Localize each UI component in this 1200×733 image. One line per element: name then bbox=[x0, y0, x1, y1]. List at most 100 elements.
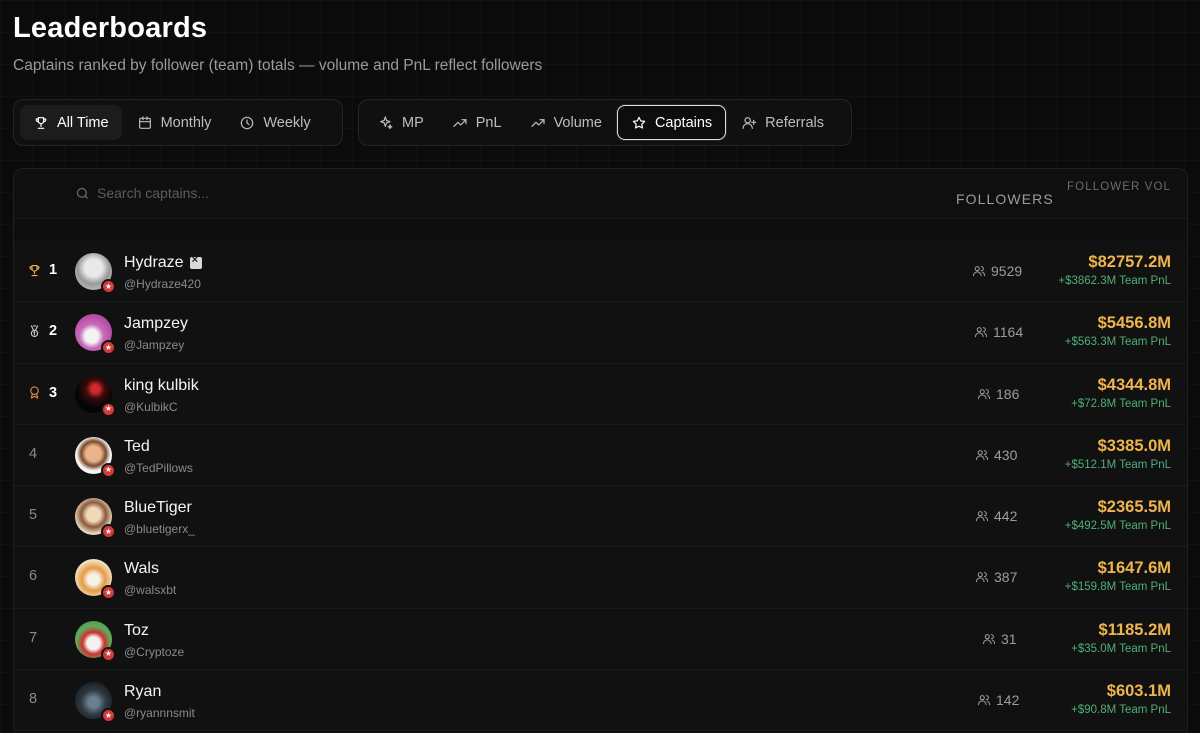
captain-name-text: Wals bbox=[124, 560, 159, 578]
captain-name-text: Toz bbox=[124, 621, 149, 639]
team-pnl: +$563.3M Team PnL bbox=[1064, 336, 1171, 349]
captain-name-text: Jampzey bbox=[124, 315, 189, 333]
avatar[interactable]: ★ bbox=[75, 559, 116, 601]
tab-label: Monthly bbox=[160, 114, 212, 131]
follower-volume: $1647.6M bbox=[1097, 559, 1171, 578]
tab-label: All Time bbox=[57, 114, 109, 131]
calendar-icon bbox=[138, 115, 151, 129]
captains-table: FOLLOWERS FOLLOWER VOL 1 ★ Hydraze @Hydr… bbox=[13, 168, 1188, 733]
rank-cell: 5 bbox=[29, 507, 37, 523]
followers-count: 387 bbox=[994, 569, 1018, 586]
table-row[interactable]: 7 ★ Toz @Cryptoze 31 $1185.2M +$35.0M Te… bbox=[14, 608, 1187, 671]
column-header-followers[interactable]: FOLLOWERS bbox=[956, 191, 1054, 207]
avatar[interactable]: ★ bbox=[75, 620, 116, 662]
captain-name[interactable]: Toz bbox=[124, 622, 149, 640]
followers-count: 1164 bbox=[993, 324, 1024, 341]
tab-label: Volume bbox=[553, 114, 602, 131]
avatar[interactable]: ★ bbox=[75, 436, 116, 478]
tab-pnl[interactable]: PnL bbox=[439, 105, 515, 140]
table-row[interactable]: 8 ★ Ryan @ryannnsmit 142 $603.1M +$90.8M… bbox=[14, 670, 1187, 732]
sparkle-icon bbox=[380, 115, 393, 129]
followers-cell: 9529 bbox=[972, 263, 1022, 279]
captain-name[interactable]: Hydraze bbox=[124, 254, 202, 272]
captain-star-icon: ★ bbox=[101, 462, 116, 478]
follower-volume: $1185.2M bbox=[1098, 620, 1171, 639]
captain-name[interactable]: Ryan bbox=[124, 683, 161, 701]
captain-star-icon: ★ bbox=[101, 585, 116, 601]
tab-mp[interactable]: MP bbox=[365, 105, 437, 140]
tab-captains[interactable]: Captains bbox=[616, 105, 727, 140]
award-icon bbox=[30, 386, 39, 399]
avatar[interactable]: ★ bbox=[75, 498, 116, 540]
captain-star-icon: ★ bbox=[101, 708, 116, 724]
trend-up-icon bbox=[453, 118, 467, 127]
captain-name[interactable]: Jampzey bbox=[124, 315, 188, 333]
rank-number: 7 bbox=[29, 629, 38, 646]
followers-count: 430 bbox=[994, 446, 1018, 463]
avatar[interactable]: ★ bbox=[75, 253, 116, 294]
rank-number: 8 bbox=[29, 691, 38, 708]
metric-filter-group: MP PnL Volume Captains Referrals bbox=[358, 99, 852, 146]
captain-name[interactable]: Wals bbox=[124, 560, 159, 578]
team-pnl: +$90.8M Team PnL bbox=[1071, 704, 1171, 717]
clock-icon bbox=[241, 116, 254, 129]
tab-volume[interactable]: Volume bbox=[517, 105, 615, 140]
volume-cell: $82757.2M +$3862.3M Team PnL bbox=[1058, 253, 1171, 287]
rank-number: 2 bbox=[49, 323, 58, 340]
rank-cell: 6 bbox=[29, 568, 37, 584]
follower-volume: $82757.2M bbox=[1088, 253, 1171, 271]
follower-volume: $4344.8M bbox=[1097, 375, 1171, 394]
captain-name-text: Ryan bbox=[124, 683, 162, 701]
users-icon bbox=[972, 266, 986, 277]
trophy-icon bbox=[29, 264, 40, 276]
search-input[interactable] bbox=[97, 185, 397, 201]
tab-referrals[interactable]: Referrals bbox=[728, 105, 837, 140]
team-pnl: +$159.8M Team PnL bbox=[1064, 581, 1171, 594]
followers-cell: 1164 bbox=[974, 324, 1023, 340]
followers-count: 9529 bbox=[991, 263, 1023, 279]
users-icon bbox=[975, 572, 989, 583]
captain-name[interactable]: BlueTiger bbox=[124, 499, 192, 517]
captain-name[interactable]: Ted bbox=[124, 438, 150, 456]
table-header: FOLLOWERS FOLLOWER VOL bbox=[14, 169, 1187, 219]
table-row[interactable]: 3 ★ king kulbik @KulbikC 186 $4344.8M +$… bbox=[14, 363, 1187, 425]
captain-name-text: king kulbik bbox=[124, 376, 199, 394]
follower-volume: $603.1M bbox=[1106, 682, 1171, 701]
tab-label: Referrals bbox=[765, 114, 824, 131]
tab-all-time[interactable]: All Time bbox=[20, 105, 122, 140]
captain-star-icon: ★ bbox=[101, 524, 116, 540]
captain-handle: @Jampzey bbox=[124, 338, 185, 353]
rank-cell: 2 bbox=[27, 323, 57, 339]
column-header-follower-vol[interactable]: FOLLOWER VOL bbox=[1067, 181, 1171, 193]
avatar[interactable]: ★ bbox=[75, 375, 116, 417]
captain-name[interactable]: king kulbik bbox=[124, 377, 199, 395]
captain-name-text: BlueTiger bbox=[124, 499, 192, 517]
table-row[interactable]: 1 ★ Hydraze @Hydraze420 9529 $82757.2M +… bbox=[14, 241, 1187, 303]
table-row[interactable]: 6 ★ Wals @walsxbt 387 $1647.6M +$159.8M … bbox=[14, 547, 1187, 609]
team-pnl: +$72.8M Team PnL bbox=[1071, 397, 1171, 410]
team-pnl: +$492.5M Team PnL bbox=[1064, 520, 1171, 533]
user-plus-icon bbox=[742, 116, 757, 129]
tab-label: PnL bbox=[475, 114, 502, 131]
medal-icon bbox=[30, 325, 39, 337]
search-icon bbox=[76, 187, 88, 199]
table-row[interactable]: 4 ★ Ted @TedPillows 430 $3385.0M +$512.1… bbox=[14, 424, 1187, 487]
table-row[interactable]: 2 ★ Jampzey @Jampzey 1164 $5456.8M +$563… bbox=[14, 302, 1187, 364]
volume-cell: $1647.6M +$159.8M Team PnL bbox=[1065, 559, 1171, 593]
rank-cell: 1 bbox=[27, 262, 57, 278]
x-social-icon[interactable] bbox=[189, 254, 202, 269]
volume-cell: $3385.0M +$512.1M Team PnL bbox=[1065, 437, 1171, 471]
table-row[interactable]: 5 ★ BlueTiger @bluetigerx_ 442 $2365.5M … bbox=[14, 486, 1187, 548]
avatar[interactable]: ★ bbox=[75, 314, 116, 356]
followers-count: 142 bbox=[996, 692, 1020, 709]
followers-cell: 31 bbox=[982, 631, 1017, 647]
captain-handle: @ryannnsmit bbox=[124, 706, 195, 721]
tab-label: MP bbox=[402, 114, 424, 131]
captain-handle: @walsxbt bbox=[124, 583, 177, 598]
avatar[interactable]: ★ bbox=[75, 682, 116, 724]
search-box[interactable] bbox=[75, 185, 397, 201]
tab-weekly[interactable]: Weekly bbox=[226, 105, 323, 140]
rank-number: 4 bbox=[29, 445, 38, 462]
volume-cell: $1185.2M +$35.0M Team PnL bbox=[1071, 621, 1171, 655]
tab-monthly[interactable]: Monthly bbox=[124, 105, 225, 140]
